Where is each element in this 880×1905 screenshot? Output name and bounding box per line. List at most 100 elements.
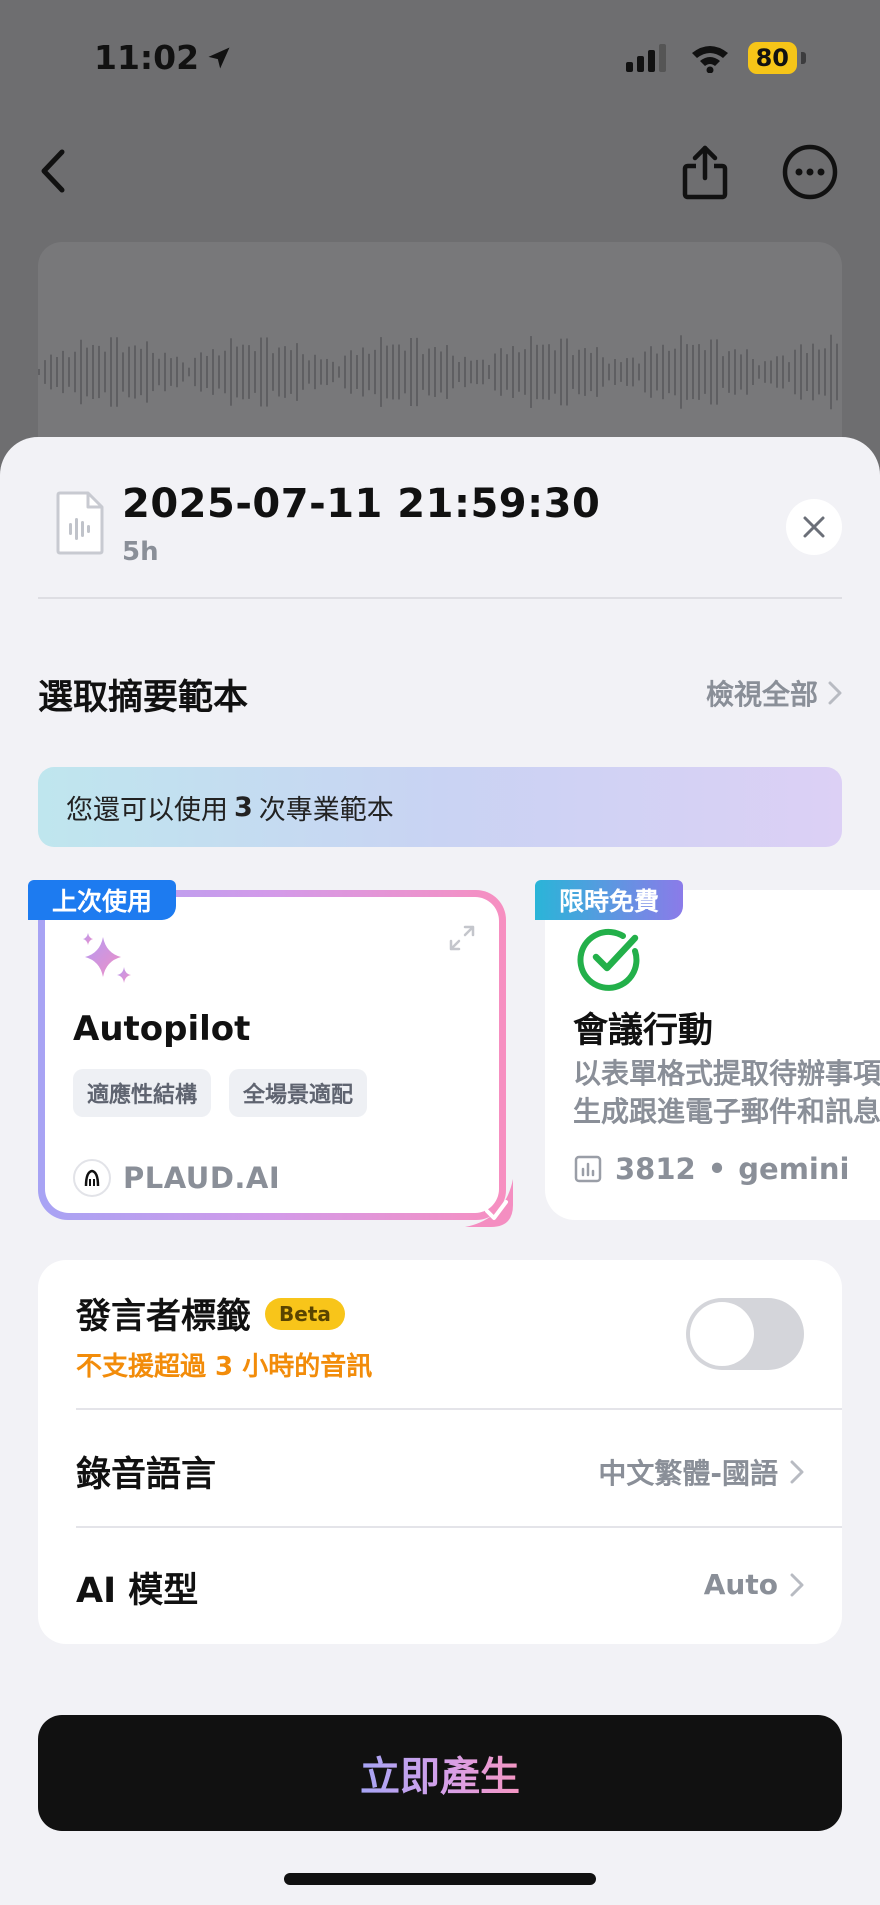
waveform-bar bbox=[164, 352, 166, 392]
waveform-bar bbox=[434, 347, 436, 397]
waveform-bar bbox=[422, 354, 424, 390]
bar-chart-icon bbox=[574, 1155, 602, 1183]
waveform-bar bbox=[428, 348, 430, 396]
waveform-bar bbox=[614, 359, 616, 385]
waveform-bar bbox=[602, 357, 604, 387]
waveform-bar bbox=[224, 350, 226, 394]
waveform-bar bbox=[734, 349, 736, 395]
waveform-bar bbox=[128, 346, 130, 398]
waveform-bar bbox=[152, 352, 154, 392]
waveform-bar bbox=[248, 345, 250, 399]
waveform-bar bbox=[386, 345, 388, 399]
waveform-bar bbox=[332, 361, 334, 383]
template-chip: 全場景適配 bbox=[229, 1069, 368, 1117]
waveform-bar bbox=[698, 344, 700, 400]
waveform-bar bbox=[314, 354, 316, 390]
waveform-bar bbox=[512, 346, 514, 398]
waveform-bar bbox=[176, 356, 178, 388]
waveform-bar bbox=[290, 350, 292, 394]
back-icon[interactable] bbox=[34, 148, 74, 194]
waveform-bar bbox=[650, 346, 652, 398]
waveform-bar bbox=[782, 355, 784, 389]
waveform-bar bbox=[710, 339, 712, 405]
close-icon bbox=[803, 516, 825, 538]
waveform-bar bbox=[476, 359, 478, 385]
waveform-bar bbox=[566, 338, 568, 406]
waveform-bar bbox=[458, 362, 460, 382]
generate-now-button[interactable]: 立即產生 bbox=[38, 1715, 842, 1831]
waveform-bar bbox=[752, 359, 754, 385]
waveform-bar bbox=[272, 353, 274, 391]
waveform-bar bbox=[470, 360, 472, 384]
template-chip: 適應性結構 bbox=[73, 1069, 212, 1117]
toggle-knob bbox=[690, 1302, 754, 1366]
waveform-bar bbox=[80, 339, 82, 405]
waveform-bar bbox=[404, 350, 406, 394]
waveform-bar bbox=[722, 356, 724, 388]
waveform-bar bbox=[482, 359, 484, 385]
waveform-bar bbox=[350, 350, 352, 394]
close-button[interactable] bbox=[786, 499, 842, 555]
view-all-link[interactable]: 檢視全部 bbox=[706, 673, 842, 713]
speaker-label-text: 發言者標籤 bbox=[76, 1297, 252, 1337]
waveform-bar bbox=[74, 351, 76, 393]
template-card-meeting-action[interactable]: 會議行動 以表單格式提取待辦事項 生成跟進電子郵件和訊息 3812 • gemi… bbox=[545, 890, 880, 1220]
template-meta: 3812 • gemini bbox=[573, 1152, 849, 1186]
waveform-bar bbox=[140, 348, 142, 396]
waveform-bar bbox=[266, 337, 268, 407]
waveform-bar bbox=[194, 357, 196, 387]
quota-suffix: 次專業範本 bbox=[258, 794, 394, 826]
waveform-bar bbox=[284, 346, 286, 398]
more-options-icon[interactable] bbox=[782, 144, 838, 200]
battery-cap bbox=[801, 52, 806, 64]
waveform-bar bbox=[674, 348, 676, 396]
quota-count: 3 bbox=[234, 791, 253, 823]
selected-check-icon bbox=[465, 1179, 513, 1227]
recording-title: 2025-07-11 21:59:30 bbox=[122, 481, 601, 527]
waveform-bar bbox=[800, 344, 802, 400]
waveform-bar bbox=[110, 337, 112, 407]
waveform-bar bbox=[86, 347, 88, 397]
waveform-bar bbox=[506, 354, 508, 390]
waveform-bar bbox=[212, 349, 214, 395]
waveform-bar bbox=[200, 352, 202, 392]
waveform-bar bbox=[230, 338, 232, 406]
status-time: 11:02 bbox=[94, 38, 233, 77]
waveform-bar bbox=[758, 365, 760, 379]
waveform-bar bbox=[326, 358, 328, 386]
waveform-bar bbox=[236, 346, 238, 398]
wifi-icon bbox=[691, 46, 728, 73]
waveform-bar bbox=[686, 344, 688, 400]
template-name: Autopilot bbox=[73, 1009, 251, 1049]
ai-model-row[interactable]: AI 模型 Auto bbox=[38, 1528, 842, 1644]
waveform-bar bbox=[608, 363, 610, 381]
waveform-bar bbox=[320, 359, 322, 385]
speaker-label-toggle[interactable] bbox=[686, 1298, 804, 1370]
check-circle-icon bbox=[577, 929, 640, 991]
waveform-bar bbox=[446, 345, 448, 399]
speaker-warning: 不支援超過 3 小時的音訊 bbox=[76, 1352, 373, 1382]
waveform-bar bbox=[44, 360, 46, 384]
status-bar: 11:02 80 bbox=[0, 0, 880, 118]
waveform-bar bbox=[56, 357, 58, 387]
waveform-bar bbox=[338, 366, 340, 378]
waveform-bar bbox=[668, 350, 670, 394]
waveform-bar bbox=[356, 355, 358, 389]
waveform-bar bbox=[788, 362, 790, 382]
waveform-bar bbox=[818, 349, 820, 395]
share-icon[interactable] bbox=[680, 144, 730, 200]
waveform-bar bbox=[416, 337, 418, 407]
waveform-bar bbox=[638, 363, 640, 381]
ai-model-label: AI 模型 bbox=[76, 1571, 199, 1611]
waveform-bar bbox=[170, 358, 172, 386]
waveform-bar bbox=[68, 357, 70, 387]
template-description-line: 生成跟進電子郵件和訊息 bbox=[573, 1095, 880, 1128]
view-all-label: 檢視全部 bbox=[705, 678, 818, 711]
recording-language-row[interactable]: 錄音語言 中文繁體-國語 bbox=[38, 1410, 842, 1526]
chevron-right-icon bbox=[828, 681, 842, 705]
waveform-bar bbox=[494, 353, 496, 391]
waveform-bar bbox=[704, 350, 706, 394]
waveform-bar bbox=[50, 354, 52, 390]
expand-icon[interactable] bbox=[447, 923, 477, 953]
template-card-autopilot[interactable]: Autopilot 適應性結構 全場景適配 PLAUD.AI bbox=[38, 890, 513, 1227]
